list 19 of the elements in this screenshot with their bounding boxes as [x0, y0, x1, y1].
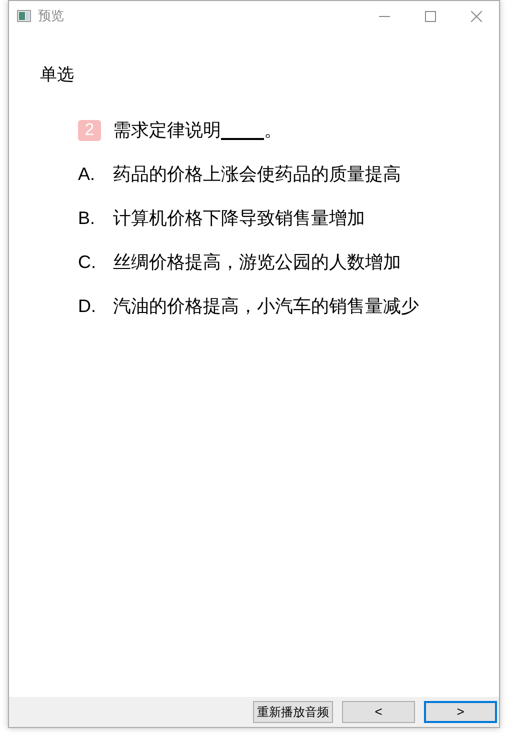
replay-audio-button[interactable]: 重新播放音频 — [253, 701, 333, 723]
option-text: 丝绸价格提高，游览公园的人数增加 — [113, 250, 401, 274]
nav-button[interactable]: < — [342, 701, 415, 723]
option-text: 汽油的价格提高，小汽车的销售量减少 — [113, 294, 419, 318]
option-text: 药品的价格上涨会使药品的质量提高 — [113, 162, 401, 186]
window-app-icon — [17, 10, 31, 22]
section-title: 单选 — [40, 64, 75, 86]
close-icon — [470, 10, 482, 22]
maximize-icon — [424, 10, 436, 22]
option-letter: C. — [78, 250, 97, 274]
option-letter: B. — [78, 206, 96, 230]
question-number-badge: 2 — [78, 120, 101, 140]
option-letter: A. — [78, 162, 96, 186]
question-stem: 需求定律说明 — [113, 118, 221, 142]
nav-button[interactable]: > — [424, 701, 497, 723]
option-text: 计算机价格下降导致销售量增加 — [113, 206, 365, 230]
option-letter: D. — [78, 294, 97, 318]
window-title: 预览 — [38, 7, 64, 26]
question-stem-end: 。 — [264, 118, 282, 142]
